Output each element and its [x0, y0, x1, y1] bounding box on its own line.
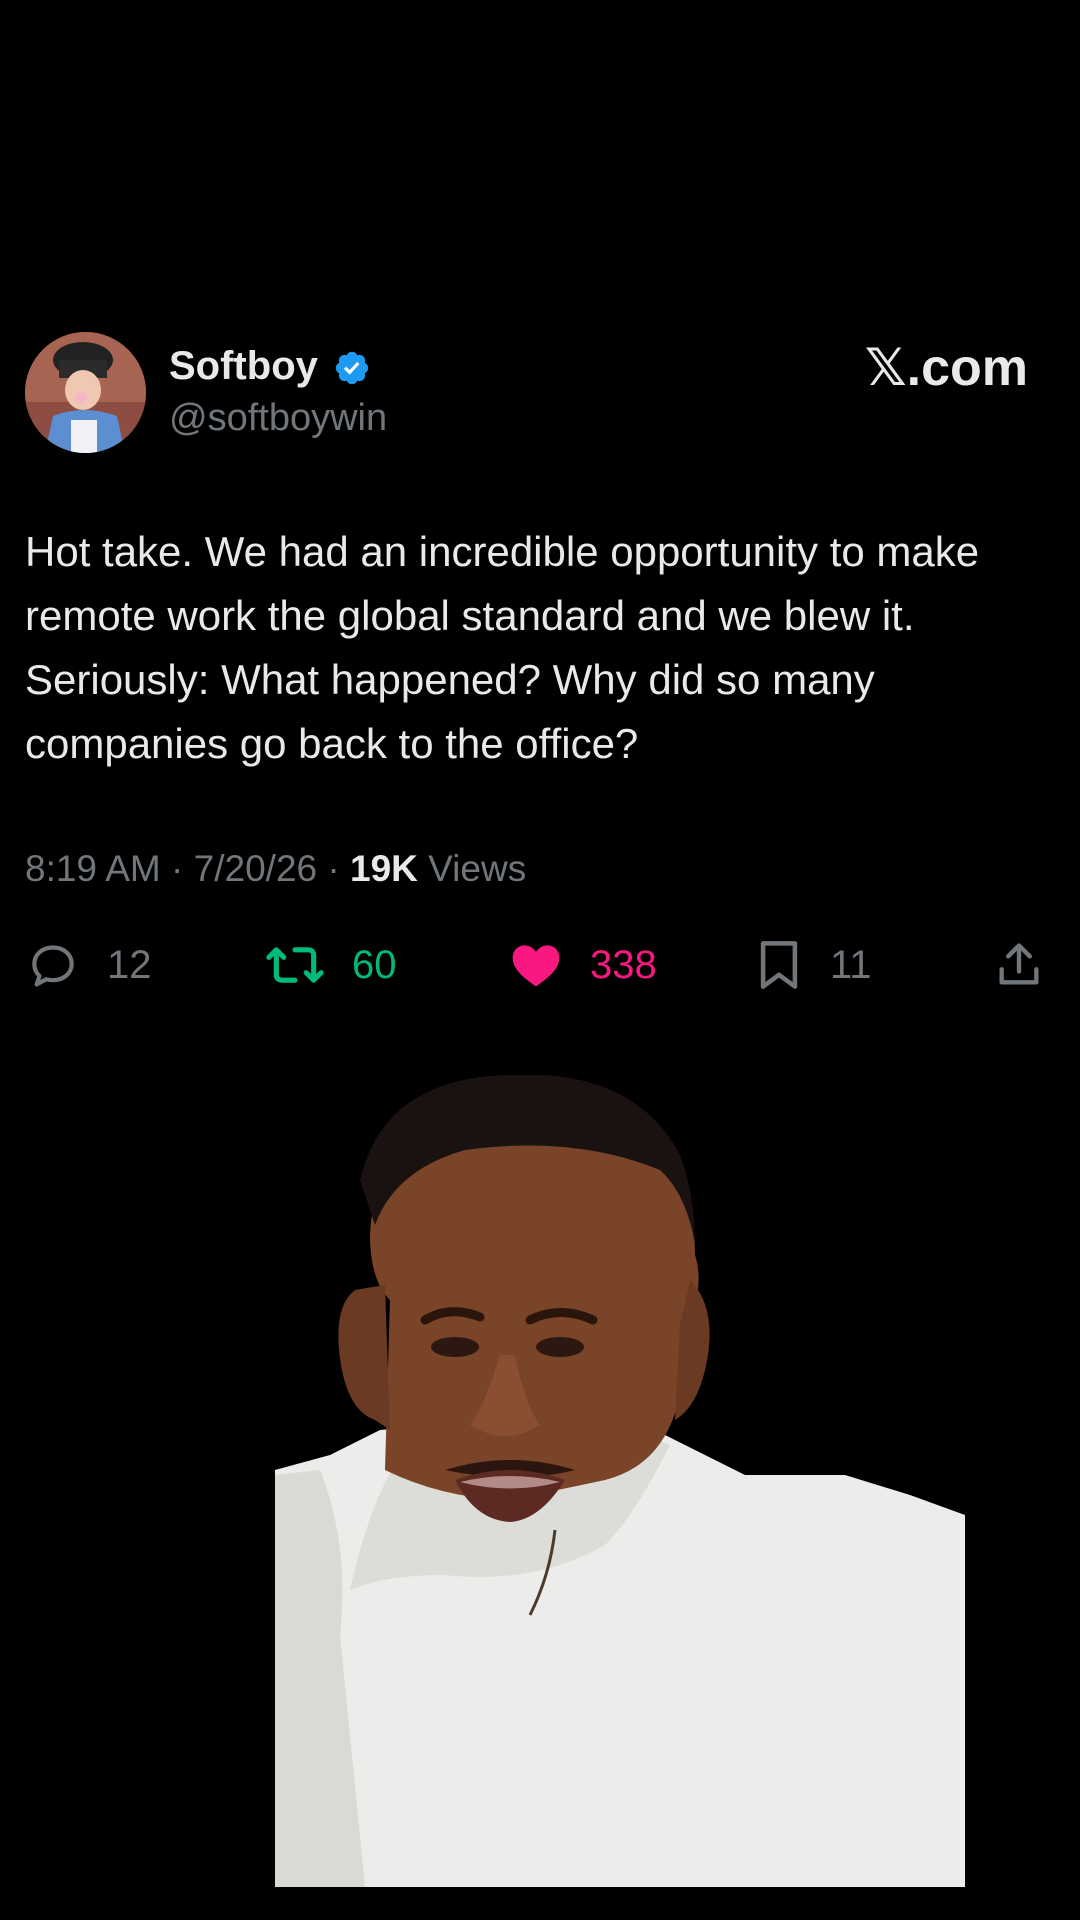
views-count: 19K [350, 848, 418, 889]
share-button[interactable] [993, 930, 1045, 1000]
retweet-button[interactable]: 60 [264, 930, 397, 1000]
share-icon [999, 943, 1039, 985]
like-button[interactable]: 338 [508, 930, 657, 1000]
tweet-meta: 8:19 AM · 7/20/26 · 19K Views [25, 846, 526, 892]
reply-icon [32, 945, 74, 987]
brand-logo: 𝕏.com [864, 339, 1028, 397]
tweet-date[interactable]: 7/20/26 [194, 848, 317, 889]
author-display-name[interactable]: Softboy [169, 342, 318, 390]
like-count: 338 [590, 943, 657, 987]
bookmark-button[interactable]: 11 [754, 930, 872, 1000]
tweet-time[interactable]: 8:19 AM [25, 848, 161, 889]
tweet-actions: 12 60 338 11 [0, 930, 1080, 1000]
reply-count: 12 [107, 943, 152, 987]
bookmark-count: 11 [830, 943, 872, 987]
retweet-icon [266, 947, 324, 983]
meta-separator: · [171, 848, 184, 889]
meta-separator: · [327, 848, 340, 889]
video-person-cutout [275, 1075, 965, 1887]
bookmark-icon [760, 941, 798, 989]
verified-badge-icon [335, 351, 369, 385]
like-icon [512, 945, 560, 987]
author-handle[interactable]: @softboywin [169, 395, 387, 441]
tweet-text: Hot take. We had an incredible opportuni… [25, 528, 980, 767]
avatar[interactable] [25, 332, 146, 453]
reply-button[interactable]: 12 [25, 930, 152, 1000]
retweet-count: 60 [352, 943, 397, 987]
views-label: Views [428, 848, 527, 889]
